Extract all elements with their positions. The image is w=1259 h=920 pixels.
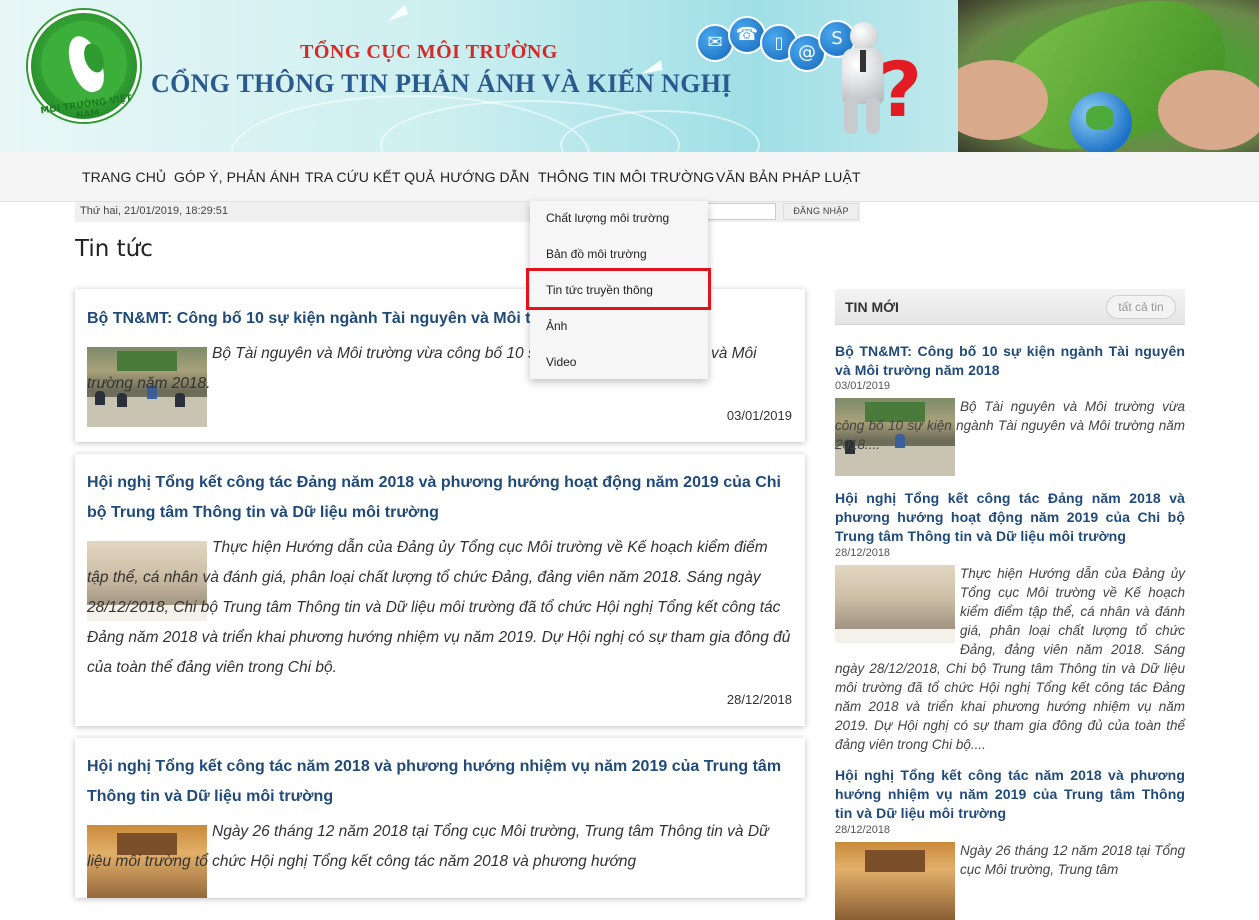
article-description: Thực hiện Hướng dẫn của Đảng ủy Tổng cục…: [87, 539, 791, 676]
sidebar-news-date: 28/12/2018: [835, 547, 891, 559]
current-datetime: Thứ hai, 21/01/2019, 18:29:51: [80, 205, 229, 217]
highlight-box: [526, 268, 711, 310]
article-date: 28/12/2018: [726, 692, 792, 707]
page-title: Tin tức: [75, 236, 153, 262]
nav-environment-info[interactable]: THÔNG TIN MÔI TRƯỜNG: [538, 169, 714, 185]
globe-image: [1070, 92, 1132, 152]
login-button[interactable]: ĐĂNG NHẬP: [783, 203, 859, 220]
portal-title: CỔNG THÔNG TIN PHẢN ÁNH VÀ KIẾN NGHỊ: [151, 69, 732, 98]
sidebar-header: TIN MỚI tất cả tin: [835, 289, 1185, 325]
header-banner: MÔI TRƯỜNG VIỆT NAM TỔNG CỤC MÔI TRƯỜNG …: [0, 0, 1259, 152]
sidebar-news-description-text: Ngày 26 tháng 12 năm 2018 tại Tổng cục M…: [960, 843, 1185, 877]
hand-image: [1158, 70, 1259, 150]
article-title[interactable]: Hội nghị Tổng kết công tác năm 2018 và p…: [87, 752, 791, 812]
org-name: TỔNG CỤC MÔI TRƯỜNG: [300, 41, 558, 63]
figure-tie: [860, 50, 866, 72]
nav-lookup-results[interactable]: TRA CỨU KẾT QUẢ: [305, 169, 435, 185]
sidebar-news-description: Thực hiện Hướng dẫn của Đảng ủy Tổng cục…: [835, 564, 1185, 754]
article-title[interactable]: Hội nghị Tổng kết công tác Đảng năm 2018…: [87, 468, 791, 528]
paper-plane-icon: [383, 4, 409, 22]
sidebar-news-title[interactable]: Hội nghị Tổng kết công tác năm 2018 và p…: [835, 766, 1185, 823]
sidebar-news-description: Bộ Tài nguyên và Môi trường vừa công bố …: [835, 399, 1185, 452]
sidebar-heading: TIN MỚI: [845, 299, 899, 315]
banner-photo: [958, 0, 1259, 152]
dropdown-item-photos[interactable]: Ảnh: [546, 319, 567, 333]
nav-home[interactable]: TRANG CHỦ: [82, 169, 166, 185]
sidebar-news-title[interactable]: Hội nghị Tổng kết công tác Đảng năm 2018…: [835, 489, 1185, 546]
nav-guide[interactable]: HƯỚNG DẪN: [440, 169, 529, 185]
dropdown-item-video[interactable]: Video: [546, 355, 576, 369]
article-date: 03/01/2019: [726, 408, 792, 423]
main-navigation: TRANG CHỦ GÓP Ý, PHẢN ÁNH TRA CỨU KẾT QU…: [0, 152, 1259, 202]
nav-feedback[interactable]: GÓP Ý, PHẢN ÁNH: [174, 169, 300, 185]
thumb-table: [87, 397, 207, 427]
figure-leg: [844, 98, 858, 134]
search-input[interactable]: [704, 203, 776, 220]
article-description: Ngày 26 tháng 12 năm 2018 tại Tổng cục M…: [87, 823, 769, 870]
sidebar-news-title[interactable]: Bộ TN&MT: Công bố 10 sự kiện ngành Tài n…: [835, 342, 1185, 380]
figure-head: [850, 22, 878, 50]
dropdown-item-env-map[interactable]: Bản đồ môi trường: [546, 247, 647, 261]
all-news-button[interactable]: tất cả tin: [1106, 295, 1176, 319]
sidebar-news-date: 03/01/2019: [835, 380, 891, 392]
article-card: Hội nghị Tổng kết công tác Đảng năm 2018…: [75, 454, 805, 726]
nav-legal-documents[interactable]: VĂN BẢN PHÁP LUẬT: [716, 169, 861, 185]
thumb-spacer: [835, 564, 960, 644]
question-mark-icon: ?: [878, 45, 923, 134]
sidebar-news-description: Ngày 26 tháng 12 năm 2018 tại Tổng cục M…: [835, 841, 1185, 881]
dropdown-item-env-quality[interactable]: Chất lượng môi trường: [546, 211, 669, 225]
article-card: Hội nghị Tổng kết công tác năm 2018 và p…: [75, 738, 805, 898]
sidebar-news-date: 28/12/2018: [835, 824, 891, 836]
thumb-spacer: [835, 841, 960, 881]
